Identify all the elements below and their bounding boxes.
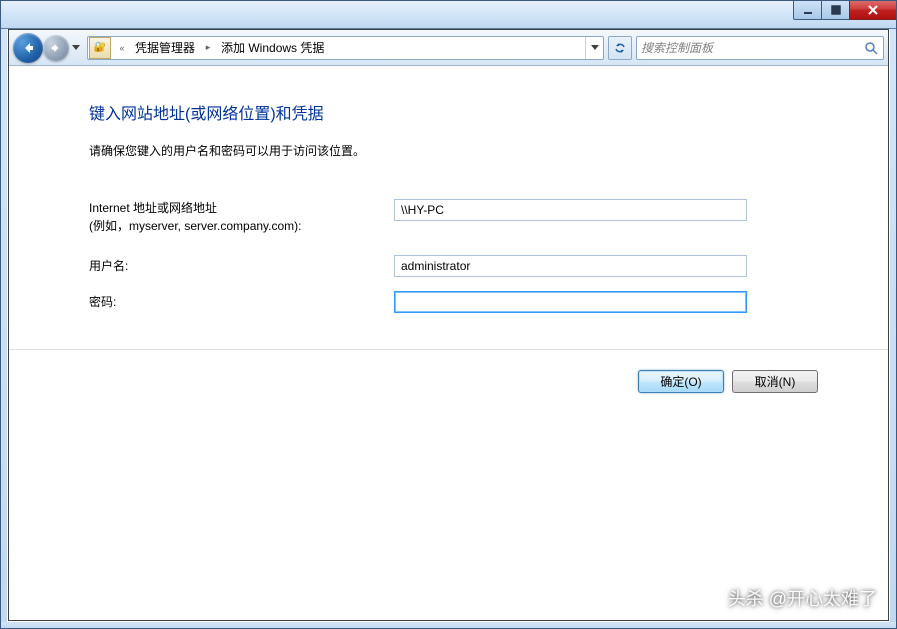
navigation-bar: 🔐 « 凭据管理器 ▸ 添加 Windows 凭据 [9,30,888,66]
page-title: 键入网站地址(或网络位置)和凭据 [89,100,818,124]
breadcrumb-item[interactable]: 添加 Windows 凭据 [215,37,330,59]
username-input[interactable] [394,255,747,277]
ok-button[interactable]: 确定(O) [638,370,724,393]
breadcrumb-separator-icon[interactable]: « [115,37,129,59]
search-input[interactable] [641,41,863,55]
password-label: 密码: [89,293,394,311]
back-button[interactable] [13,33,43,63]
address-input[interactable] [394,199,747,221]
close-button[interactable] [849,0,897,20]
control-panel-icon: 🔐 [89,37,111,59]
password-input[interactable] [394,291,747,313]
forward-button[interactable] [43,35,69,61]
maximize-button[interactable] [821,0,850,20]
search-box[interactable] [636,36,884,60]
username-label: 用户名: [89,257,394,275]
address-label: Internet 地址或网络地址 (例如，myserver, server.co… [89,199,394,235]
cancel-button[interactable]: 取消(N) [732,370,818,393]
page-subtitle: 请确保您键入的用户名和密码可以用于访问该位置。 [89,142,818,159]
search-icon[interactable] [863,40,879,56]
refresh-button[interactable] [608,36,632,60]
breadcrumb-item[interactable]: 凭据管理器 [129,37,201,59]
window-titlebar [0,0,897,29]
chevron-right-icon[interactable]: ▸ [201,37,215,59]
history-dropdown-icon[interactable] [69,38,83,58]
breadcrumb-dropdown-icon[interactable] [585,37,603,59]
divider [9,349,888,350]
breadcrumb[interactable]: 🔐 « 凭据管理器 ▸ 添加 Windows 凭据 [87,36,604,60]
minimize-button[interactable] [793,0,822,20]
